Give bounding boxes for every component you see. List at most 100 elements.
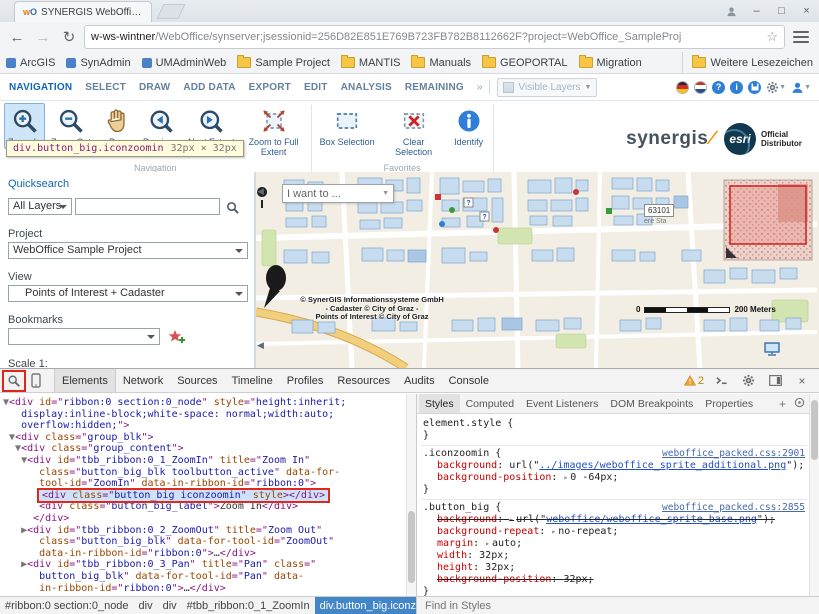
- quicksearch-input[interactable]: [75, 198, 220, 215]
- elements-tree-pane[interactable]: ▼<div id="ribbon:0 section:0_node" style…: [0, 394, 417, 596]
- dom-tree-line[interactable]: ▶<div id="tbb_ribbon:0_3_Pan" title="Pan…: [3, 559, 406, 571]
- styles-tab-dom-breakpoints[interactable]: DOM Breakpoints: [604, 394, 699, 413]
- bookmarks-select[interactable]: [8, 328, 160, 345]
- save-icon[interactable]: [748, 81, 761, 94]
- css-url-link[interactable]: ../images/weboffice_sprite_additional.pn…: [539, 460, 786, 471]
- bookmark-item[interactable]: MANTIS: [341, 57, 401, 69]
- user-menu[interactable]: ▼: [791, 81, 811, 94]
- ribbon-tab-navigation[interactable]: NAVIGATION: [9, 82, 72, 93]
- expander-icon[interactable]: ▸: [551, 527, 556, 536]
- styles-tab-computed[interactable]: Computed: [460, 394, 520, 413]
- sidebar-collapse-arrow[interactable]: ◀: [257, 186, 264, 197]
- bookmark-item[interactable]: SynAdmin: [66, 57, 130, 69]
- dom-tree-line[interactable]: ▼<div id="tbb_ribbon:0_1_ZoomIn" title="…: [3, 455, 406, 467]
- ribbon-tab-select[interactable]: SELECT: [85, 82, 126, 93]
- map-canvas[interactable]: ? ?: [256, 172, 819, 368]
- styles-tab-styles[interactable]: Styles: [419, 394, 460, 413]
- bookmark-item[interactable]: GEOPORTAL: [482, 57, 567, 69]
- zoom-full-extent-button[interactable]: Zoom to Full Extent: [241, 103, 307, 159]
- bookmark-item[interactable]: UMAdminWeb: [142, 57, 227, 69]
- i-want-to-search[interactable]: I want to ... ▼: [282, 184, 394, 203]
- dom-tree-line[interactable]: ▼<div id="ribbon:0 section:0_node" style…: [3, 397, 406, 409]
- ribbon-tab-remaining[interactable]: REMAINING: [405, 82, 464, 93]
- css-source-link[interactable]: weboffice_packed.css:2901: [662, 448, 805, 460]
- forward-button[interactable]: →: [32, 29, 54, 46]
- ribbon-overflow-icon[interactable]: »: [477, 82, 483, 93]
- expander-icon[interactable]: ▸: [485, 539, 490, 548]
- dom-tree-line[interactable]: class="button_big_blk toolbutton_active"…: [3, 467, 406, 479]
- new-style-rule-icon[interactable]: +: [779, 397, 786, 411]
- quicksearch-label[interactable]: Quicksearch: [8, 178, 69, 190]
- ribbon-tab-analysis[interactable]: ANALYSIS: [341, 82, 392, 93]
- devtools-tab-network[interactable]: Network: [116, 369, 170, 392]
- identify-button[interactable]: Identify: [449, 103, 489, 149]
- breadcrumb-item[interactable]: #tbb_ribbon:0_1_ZoomIn: [182, 597, 315, 614]
- back-button[interactable]: ←: [6, 29, 28, 46]
- dom-tree-line[interactable]: </div>: [3, 513, 406, 525]
- maximize-button[interactable]: □: [769, 0, 794, 22]
- bookmark-item[interactable]: ArcGIS: [6, 57, 55, 69]
- css-rule[interactable]: element.style {}: [421, 416, 807, 446]
- css-property[interactable]: width: 32px;: [423, 550, 805, 562]
- minimize-button[interactable]: –: [744, 0, 769, 22]
- css-source-link[interactable]: weboffice_packed.css:2855: [662, 502, 805, 514]
- bookmark-star-icon[interactable]: ☆: [766, 29, 778, 45]
- new-tab-button[interactable]: [157, 4, 186, 19]
- breadcrumb-item[interactable]: div.button_big.iconzoomin: [315, 597, 417, 614]
- css-property[interactable]: margin: ▸auto;: [423, 538, 805, 550]
- bookmark-item[interactable]: Migration: [579, 57, 642, 69]
- reload-button[interactable]: ↻: [58, 28, 80, 46]
- devtools-tab-console[interactable]: Console: [442, 369, 496, 392]
- help-icon[interactable]: ?: [712, 81, 725, 94]
- elements-scrollbar[interactable]: [406, 394, 416, 596]
- language-flag-de-icon[interactable]: [676, 81, 689, 94]
- css-property[interactable]: background-repeat: ▸no-repeat;: [423, 526, 805, 538]
- screen-size-icon[interactable]: [764, 342, 780, 361]
- expander-icon[interactable]: ▸: [563, 473, 568, 482]
- dom-tree-line[interactable]: display:inline-block;white-space: normal…: [3, 409, 406, 421]
- sidebar-collapse-arrow[interactable]: ◀: [257, 340, 264, 351]
- toggle-element-state-icon[interactable]: [794, 397, 805, 411]
- console-drawer-icon[interactable]: [711, 372, 731, 390]
- dom-tree-line[interactable]: <div class="button_big_label">Zoom In</d…: [3, 501, 406, 513]
- inspect-element-icon[interactable]: [4, 372, 24, 390]
- url-bar[interactable]: w-ws-wintner/WebOffice/synserver;jsessio…: [84, 25, 785, 49]
- dom-tree-line[interactable]: button_big_blk" data-for-tool-id="Pan" d…: [3, 571, 406, 583]
- bookmark-item[interactable]: Manuals: [411, 57, 471, 69]
- add-bookmark-icon[interactable]: [168, 329, 186, 345]
- css-rule[interactable]: weboffice_packed.css:2901.iconzoomin {ba…: [421, 446, 807, 500]
- expander-icon[interactable]: ▸: [509, 515, 514, 524]
- profile-icon[interactable]: [719, 0, 744, 22]
- view-select[interactable]: Points of Interest + Cadaster: [8, 285, 248, 302]
- dom-tree-line[interactable]: class="button_big_blk" data-for-tool-id=…: [3, 536, 406, 548]
- browser-menu-icon[interactable]: [791, 30, 811, 44]
- dom-tree-line[interactable]: in-ribbon-id="ribbon:0">…</div>: [3, 583, 406, 595]
- ribbon-tab-draw[interactable]: DRAW: [139, 82, 170, 93]
- close-button[interactable]: ×: [794, 0, 819, 22]
- console-warning-count[interactable]: 2: [684, 375, 704, 387]
- find-in-styles-input[interactable]: [423, 599, 803, 613]
- devtools-settings-icon[interactable]: [738, 372, 758, 390]
- css-url-link[interactable]: weboffice/weboffice_sprite_base.png: [546, 514, 757, 525]
- styles-tab-properties[interactable]: Properties: [699, 394, 759, 413]
- box-selection-button[interactable]: Box Selection: [316, 103, 379, 149]
- css-property[interactable]: height: 32px;: [423, 562, 805, 574]
- language-flag-nl-icon[interactable]: [694, 81, 707, 94]
- css-property[interactable]: background: url("../images/weboffice_spr…: [423, 460, 805, 472]
- devtools-tab-elements[interactable]: Elements: [54, 369, 116, 392]
- css-property[interactable]: background-position: ▸0 -64px;: [423, 472, 805, 484]
- breadcrumb-item[interactable]: div: [134, 597, 158, 614]
- devtools-tab-timeline[interactable]: Timeline: [225, 369, 280, 392]
- ribbon-tab-add-data[interactable]: ADD DATA: [183, 82, 235, 93]
- css-rule[interactable]: weboffice_packed.css:2855.button_big {ba…: [421, 500, 807, 596]
- quicksearch-scope-select[interactable]: All Layers: [8, 198, 72, 215]
- dock-side-icon[interactable]: [765, 372, 785, 390]
- css-property[interactable]: background: ▸url("weboffice/weboffice_sp…: [423, 514, 805, 526]
- ribbon-tab-export[interactable]: EXPORT: [249, 82, 291, 93]
- dom-tree-line[interactable]: ▼<div class="group_blk">: [3, 432, 406, 444]
- dom-tree-line[interactable]: ▶<div id="tbb_ribbon:0_2_ZoomOut" title=…: [3, 525, 406, 537]
- devtools-close-icon[interactable]: ×: [792, 372, 812, 390]
- breadcrumb-item[interactable]: div: [158, 597, 182, 614]
- ribbon-tab-edit[interactable]: EDIT: [304, 82, 328, 93]
- dom-tree-line[interactable]: overflow:hidden;">: [3, 420, 406, 432]
